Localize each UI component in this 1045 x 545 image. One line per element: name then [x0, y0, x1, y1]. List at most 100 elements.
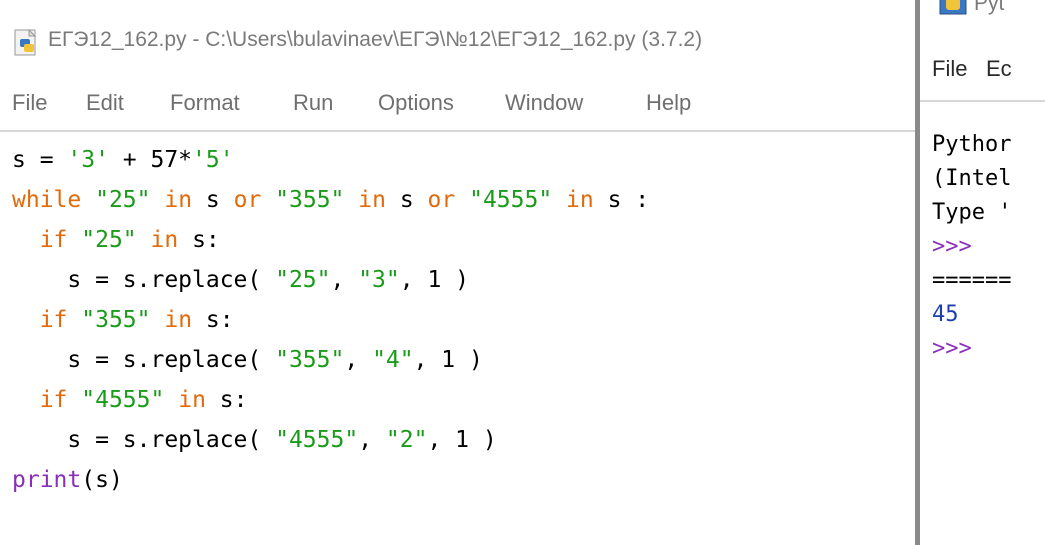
shell-line: Pythor: [932, 132, 1012, 157]
code-token: "355": [275, 347, 345, 373]
editor-window: ЕГЭ12_162.py - C:\Users\bulavinaev\ЕГЭ\№…: [0, 0, 915, 545]
python-file-icon: [12, 28, 42, 58]
code-editor[interactable]: s = '3' + 57*'5' while "25" in s or "355"…: [0, 136, 915, 545]
code-token: if: [39, 227, 68, 253]
code-token: in: [358, 187, 386, 213]
menu-file[interactable]: File: [12, 90, 47, 116]
shell-line: >>>: [932, 234, 972, 259]
menu-window[interactable]: Window: [505, 90, 583, 116]
menu-options[interactable]: Options: [378, 90, 454, 116]
code-token: ,: [330, 267, 359, 293]
code-token: in: [150, 227, 179, 253]
menu-help[interactable]: Help: [646, 90, 691, 116]
shell-line: >>>: [932, 336, 972, 361]
shell-menu-edit[interactable]: Ec: [986, 56, 1012, 82]
code-token: "25": [95, 187, 151, 213]
code-line[interactable]: s = '3' + 57*'5': [12, 140, 234, 180]
shell-menubar-divider: [920, 100, 1045, 102]
code-token: "3": [358, 267, 400, 293]
code-token: '3': [67, 147, 109, 173]
code-token: or: [233, 187, 262, 213]
code-token: , 1 ): [413, 347, 483, 373]
code-token: "25": [81, 227, 137, 253]
code-token: "25": [275, 267, 331, 293]
code-token: , 1 ): [427, 427, 497, 453]
code-token: "355": [275, 187, 345, 213]
code-line[interactable]: while "25" in s or "355" in s or "4555" …: [12, 180, 649, 220]
code-token: while: [12, 187, 82, 213]
code-line[interactable]: s = s.replace( "25", "3", 1 ): [12, 260, 469, 300]
shell-line: Type ': [932, 200, 1012, 225]
code-token: s =: [12, 147, 68, 173]
code-token: s: [385, 187, 428, 213]
code-token: print: [12, 467, 82, 493]
code-line[interactable]: s = s.replace( "355", "4", 1 ): [12, 340, 483, 380]
code-token: if: [39, 307, 68, 333]
menu-edit[interactable]: Edit: [86, 90, 124, 116]
code-token: + 57*: [108, 147, 193, 173]
shell-line: (Intel: [932, 166, 1012, 191]
editor-titlebar[interactable]: ЕГЭ12_162.py - C:\Users\bulavinaev\ЕГЭ\№…: [0, 0, 915, 78]
code-token: '5': [192, 147, 234, 173]
code-token: s:: [178, 227, 220, 253]
shell-menu-file[interactable]: File: [932, 56, 967, 82]
code-line[interactable]: if "25" in s:: [12, 220, 220, 260]
code-token: s = s.replace(: [67, 427, 276, 453]
code-token: "4": [372, 347, 414, 373]
code-token: s:: [192, 307, 234, 333]
shell-menubar: File Ec: [920, 56, 1045, 96]
code-token: if: [39, 387, 68, 413]
shell-titlebar[interactable]: Pyt: [920, 0, 1045, 30]
code-token: s = s.replace(: [67, 267, 276, 293]
code-token: ,: [358, 427, 386, 453]
code-token: s :: [593, 187, 650, 213]
code-token: in: [164, 187, 193, 213]
python-shell-icon: [938, 0, 968, 18]
code-token: in: [178, 387, 206, 413]
menu-format[interactable]: Format: [170, 90, 240, 116]
shell-window: Pyt File Ec Pythor (Intel Type ' >>> ====== 4…: [920, 0, 1045, 545]
menu-run[interactable]: Run: [293, 90, 333, 116]
code-token: "4555": [81, 387, 165, 413]
editor-title: ЕГЭ12_162.py - C:\Users\bulavinaev\ЕГЭ\№…: [48, 28, 703, 51]
code-line[interactable]: if "4555" in s:: [12, 380, 248, 420]
code-token: "2": [385, 427, 428, 453]
menubar-divider: [0, 130, 915, 132]
code-token: "355": [81, 307, 151, 333]
code-line[interactable]: s = s.replace( "4555", "2", 1 ): [12, 420, 497, 460]
code-token: or: [427, 187, 456, 213]
code-token: in: [566, 187, 594, 213]
shell-line: 45: [932, 302, 959, 327]
code-token: , 1 ): [399, 267, 469, 293]
code-token: (s): [81, 467, 123, 493]
shell-line: ======: [932, 268, 1012, 293]
code-line[interactable]: if "355" in s:: [12, 300, 234, 340]
code-token: s = s.replace(: [67, 347, 276, 373]
code-token: "4555": [469, 187, 553, 213]
shell-title: Pyt: [974, 0, 1005, 15]
code-token: s: [192, 187, 234, 213]
code-line[interactable]: print(s): [12, 460, 123, 500]
editor-menubar: File Edit Format Run Options Window Help: [0, 82, 915, 126]
code-token: in: [164, 307, 193, 333]
code-token: s:: [205, 387, 248, 413]
code-token: ,: [344, 347, 373, 373]
